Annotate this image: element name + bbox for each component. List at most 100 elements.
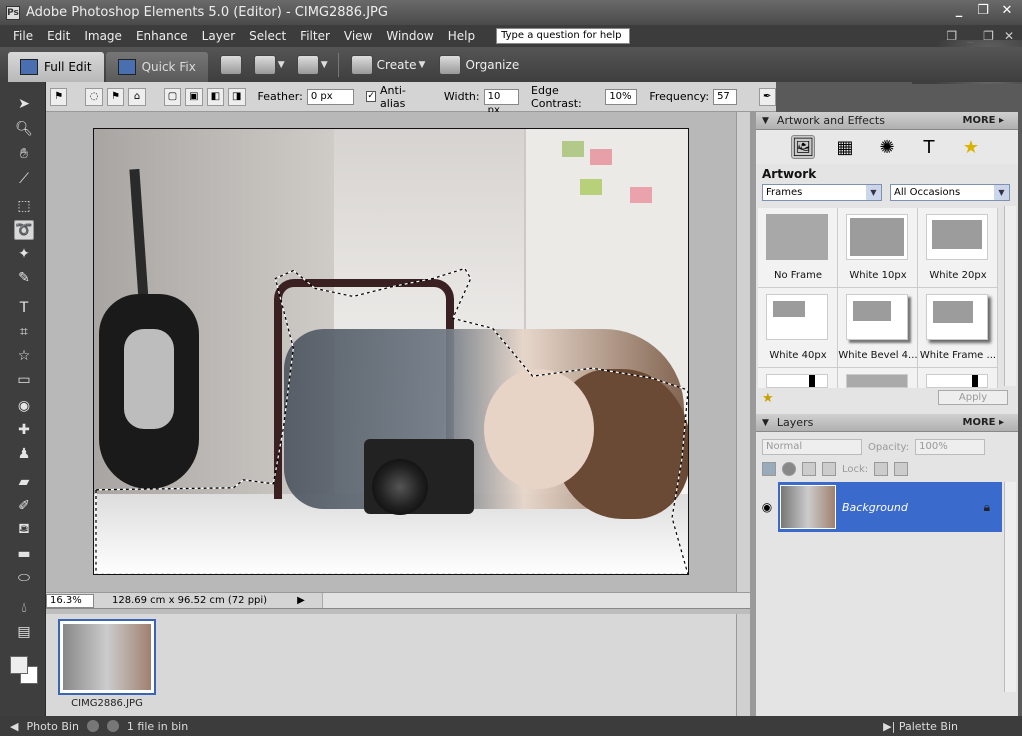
foreground-color[interactable] bbox=[10, 656, 28, 674]
blur-icon[interactable]: 💧︎ bbox=[14, 598, 34, 618]
menu-edit[interactable]: Edit bbox=[40, 29, 77, 43]
frame-item-white-40px[interactable]: White 40px bbox=[758, 288, 838, 368]
brush-select-icon[interactable]: ✎ bbox=[14, 268, 34, 288]
artwork-tab-icon[interactable]: 🖼︎ bbox=[791, 135, 815, 159]
edge-contrast-input[interactable]: 10% bbox=[605, 88, 638, 105]
frames-scrollbar[interactable] bbox=[1004, 206, 1016, 386]
menu-file[interactable]: File bbox=[6, 29, 40, 43]
clone-stamp-icon[interactable]: ♟ bbox=[14, 444, 34, 464]
organize-icon[interactable] bbox=[439, 54, 462, 75]
new-layer-icon[interactable] bbox=[762, 462, 776, 476]
create-icon[interactable] bbox=[350, 54, 373, 75]
red-eye-icon[interactable]: ◉ bbox=[14, 396, 34, 416]
hand-icon[interactable]: ✋︎ bbox=[14, 144, 34, 164]
artwork-more-button[interactable]: MORE ▸ bbox=[963, 115, 1005, 126]
tool-preset-icon[interactable]: ⚑ bbox=[50, 87, 68, 106]
frame-item-white-10px[interactable]: White 10px bbox=[838, 208, 918, 288]
eye-icon[interactable]: ◉ bbox=[756, 482, 778, 532]
menu-filter[interactable]: Filter bbox=[293, 29, 337, 43]
photo-bin-label[interactable]: Photo Bin bbox=[26, 720, 78, 733]
artwork-category-select[interactable]: Frames ▼ bbox=[762, 184, 882, 201]
palette-bin-toggle[interactable]: ▶| Palette Bin bbox=[883, 720, 958, 733]
healing-brush-icon[interactable]: ✚ bbox=[14, 420, 34, 440]
shape-icon[interactable]: ⬭ bbox=[14, 568, 34, 588]
favorite-star-icon[interactable]: ★ bbox=[762, 391, 774, 406]
sponge-icon[interactable]: ▤ bbox=[14, 622, 34, 642]
brush-icon[interactable]: ✐ bbox=[14, 496, 34, 516]
bin-scrollbar[interactable] bbox=[736, 614, 750, 716]
eyedropper-icon[interactable]: ⟋ bbox=[14, 169, 34, 189]
stylus-pressure-icon[interactable]: ✒ bbox=[758, 87, 776, 106]
canvas-horizontal-scrollbar[interactable] bbox=[322, 593, 750, 608]
menu-window[interactable]: Window bbox=[379, 29, 440, 43]
frequency-input[interactable]: 57 bbox=[713, 88, 737, 105]
feather-input[interactable]: 0 px bbox=[306, 88, 355, 105]
previous-photo-icon[interactable] bbox=[86, 720, 99, 732]
marquee-icon[interactable]: ⬚ bbox=[14, 196, 34, 216]
tab-quick-fix[interactable]: Quick Fix bbox=[105, 52, 208, 82]
layers-panel-header[interactable]: ▼ Layers MORE ▸ bbox=[756, 414, 1018, 432]
occasion-select[interactable]: All Occasions ▼ bbox=[890, 184, 1010, 201]
gradient-icon[interactable]: ▬ bbox=[14, 544, 34, 564]
magnetic-lasso-option-icon[interactable]: ⚑ bbox=[106, 87, 125, 106]
paint-bucket-icon[interactable]: ⛾ bbox=[14, 520, 34, 540]
zoom-field[interactable]: 16.3% bbox=[46, 593, 94, 608]
antialias-checkbox[interactable]: ✓ bbox=[366, 91, 377, 102]
eraser-icon[interactable]: ▰ bbox=[14, 472, 34, 492]
bin-thumbnail[interactable] bbox=[58, 619, 156, 695]
share-icon[interactable] bbox=[253, 54, 276, 75]
menu-help[interactable]: Help bbox=[441, 29, 482, 43]
menu-image[interactable]: Image bbox=[77, 29, 129, 43]
type-icon[interactable]: T bbox=[14, 298, 34, 318]
document-image[interactable] bbox=[93, 128, 689, 575]
frame-item-white-frame[interactable]: White Frame ... bbox=[918, 288, 998, 368]
magnetic-lasso-icon[interactable]: ➰ bbox=[14, 220, 34, 240]
adjustment-layer-icon[interactable] bbox=[782, 462, 796, 476]
email-dropdown-icon[interactable]: ▼ bbox=[321, 60, 328, 70]
blend-mode-select[interactable]: Normal bbox=[762, 439, 862, 455]
print-icon[interactable] bbox=[219, 54, 242, 75]
crop-icon[interactable]: ⌗ bbox=[14, 322, 34, 342]
text-tab-icon[interactable]: T bbox=[917, 135, 941, 159]
cookie-cutter-icon[interactable]: ☆ bbox=[14, 346, 34, 366]
status-menu-arrow-icon[interactable]: ▶ bbox=[297, 595, 305, 606]
layers-more-button[interactable]: MORE ▸ bbox=[963, 417, 1005, 428]
subtract-selection-icon[interactable]: ◧ bbox=[206, 87, 225, 106]
menu-select[interactable]: Select bbox=[242, 29, 293, 43]
intersect-selection-icon[interactable]: ◨ bbox=[228, 87, 246, 106]
move-icon[interactable]: ➤ bbox=[14, 94, 34, 114]
create-dropdown-icon[interactable]: ▼ bbox=[419, 60, 426, 70]
organize-button[interactable]: Organize bbox=[465, 58, 519, 72]
lasso-icon[interactable]: ◌ bbox=[85, 87, 103, 106]
collapse-icon[interactable]: ▼ bbox=[762, 116, 769, 126]
restore-icon[interactable]: ❐ bbox=[976, 3, 990, 18]
canvas-area[interactable] bbox=[46, 112, 736, 592]
favorites-tab-icon[interactable]: ★ bbox=[959, 135, 983, 159]
frame-item-no-frame[interactable]: No Frame bbox=[758, 208, 838, 288]
trash-icon[interactable] bbox=[802, 462, 816, 476]
frame-item-white-20px[interactable]: White 20px bbox=[918, 208, 998, 288]
email-icon[interactable] bbox=[296, 54, 319, 75]
canvas-vertical-scrollbar[interactable] bbox=[736, 112, 750, 592]
link-icon[interactable] bbox=[822, 462, 836, 476]
share-dropdown-icon[interactable]: ▼ bbox=[278, 60, 285, 70]
tab-full-edit[interactable]: Full Edit bbox=[8, 52, 104, 82]
themes-tab-icon[interactable]: ▦ bbox=[833, 135, 857, 159]
straighten-icon[interactable]: ▭ bbox=[14, 370, 34, 390]
layers-scrollbar[interactable] bbox=[1004, 482, 1016, 692]
menu-layer[interactable]: Layer bbox=[195, 29, 242, 43]
layer-row-background[interactable]: ◉ Background 🔒︎ bbox=[756, 482, 1002, 532]
lock-all-icon[interactable] bbox=[894, 462, 909, 476]
collapse-icon[interactable]: ▼ bbox=[762, 418, 769, 428]
menu-enhance[interactable]: Enhance bbox=[129, 29, 195, 43]
width-input[interactable]: 10 px bbox=[483, 88, 520, 116]
opacity-input[interactable]: 100% bbox=[915, 439, 986, 455]
frame-item-white-bevel[interactable]: White Bevel 4... bbox=[838, 288, 918, 368]
magic-wand-icon[interactable]: ✦ bbox=[14, 244, 34, 264]
menu-view[interactable]: View bbox=[337, 29, 379, 43]
add-selection-icon[interactable]: ▣ bbox=[185, 87, 203, 106]
next-photo-icon[interactable] bbox=[106, 720, 119, 732]
polygonal-lasso-icon[interactable]: ⌂ bbox=[128, 87, 146, 106]
new-selection-icon[interactable]: ▢ bbox=[163, 87, 182, 106]
minimize-icon[interactable]: _ bbox=[952, 3, 966, 18]
